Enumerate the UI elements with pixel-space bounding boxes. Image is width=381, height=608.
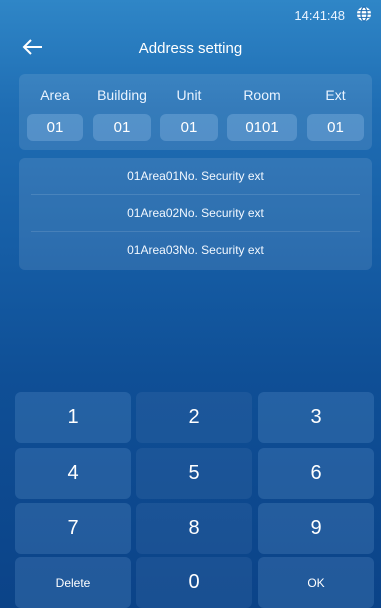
list-item[interactable]: 01Area02No. Security ext: [31, 195, 360, 232]
page-title: Address setting: [138, 40, 243, 57]
building-column: Building 01: [93, 74, 151, 141]
area-column: Area 01: [27, 74, 83, 141]
delete-button[interactable]: Delete: [15, 557, 131, 608]
ext-column: Ext 01: [307, 74, 364, 141]
list-item[interactable]: 01Area01No. Security ext: [31, 158, 360, 195]
numeric-keypad: 1 2 3 4 5 6 7 8 9 Delete 0 OK: [15, 392, 374, 608]
key-0-button[interactable]: 0: [136, 557, 252, 608]
key-3-button[interactable]: 3: [258, 392, 374, 443]
ext-label: Ext: [325, 87, 346, 103]
unit-label: Unit: [176, 87, 202, 103]
globe-icon: [357, 6, 371, 22]
unit-column: Unit 01: [160, 74, 218, 141]
building-label: Building: [97, 87, 147, 103]
area-field[interactable]: 01: [27, 114, 83, 141]
list-item[interactable]: 01Area03No. Security ext: [31, 232, 360, 269]
ext-field[interactable]: 01: [307, 114, 364, 141]
room-column: Room 0101: [227, 74, 297, 141]
status-bar: 14:41:48: [0, 0, 381, 26]
key-9-button[interactable]: 9: [258, 503, 374, 554]
key-1-button[interactable]: 1: [15, 392, 131, 443]
key-7-button[interactable]: 7: [15, 503, 131, 554]
key-5-button[interactable]: 5: [136, 448, 252, 499]
area-label: Area: [40, 87, 70, 103]
key-6-button[interactable]: 6: [258, 448, 374, 499]
key-2-button[interactable]: 2: [136, 392, 252, 443]
status-time: 14:41:48: [294, 8, 345, 23]
room-field[interactable]: 0101: [227, 114, 297, 141]
key-8-button[interactable]: 8: [136, 503, 252, 554]
address-panel: Area 01 Building 01 Unit 01 Room 0101 Ex…: [19, 74, 372, 150]
ok-button[interactable]: OK: [258, 557, 374, 608]
unit-field[interactable]: 01: [160, 114, 218, 141]
room-label: Room: [243, 87, 281, 103]
key-4-button[interactable]: 4: [15, 448, 131, 499]
security-ext-list: 01Area01No. Security ext 01Area02No. Sec…: [19, 158, 372, 270]
title-bar: Address setting: [0, 30, 381, 66]
building-field[interactable]: 01: [93, 114, 151, 141]
